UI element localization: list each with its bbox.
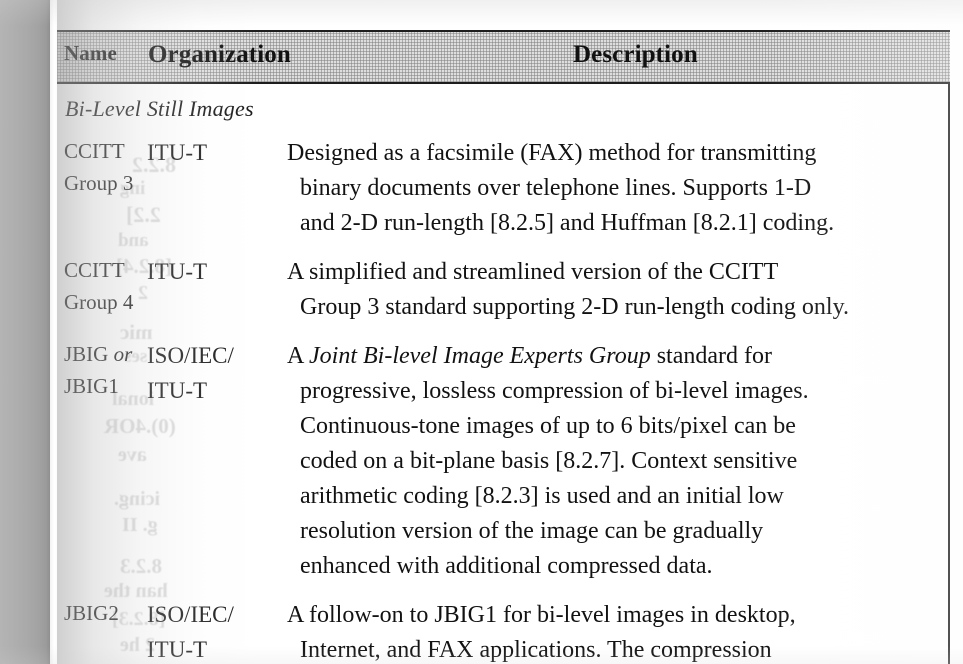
- description-line: Group 3 standard supporting 2-D run-leng…: [300, 294, 850, 321]
- name-line: CCITT: [64, 139, 125, 163]
- description-line: progressive, lossless compression of bi-…: [300, 378, 809, 405]
- cell-name: CCITT Group 3: [57, 136, 141, 200]
- scanned-page: 8.2.2 ing 2.2] and [8.2.4] 2 mic ses ional (0).4O…: [0, 0, 963, 664]
- cell-description: A Joint Bi-level Image Experts Group sta…: [281, 339, 948, 584]
- table-row: CCITT Group 3 ITU-T Designed as a facsim…: [57, 122, 948, 241]
- description-line: A Joint Bi-level Image Experts Group sta…: [287, 343, 772, 370]
- table-header-row: Name Organization Description: [57, 30, 950, 84]
- org-line: ITU-T: [147, 259, 208, 285]
- description-line: Continuous-tone images of up to 6 bits/p…: [300, 413, 796, 440]
- name-line: Group 3: [64, 170, 134, 195]
- description-line: coded on a bit-plane basis [8.2.7]. Cont…: [300, 448, 798, 475]
- cell-description: A follow-on to JBIG1 for bi-level images…: [281, 598, 948, 664]
- description-line: Designed as a facsimile (FAX) method for…: [287, 140, 817, 166]
- name-line: JBIG2: [64, 601, 119, 626]
- org-line: ISO/IEC/: [147, 602, 234, 628]
- table-row: CCITT Group 4 ITU-T A simplified and str…: [57, 241, 948, 325]
- org-line: ITU-T: [147, 377, 208, 403]
- cell-name: JBIG or JBIG1: [57, 339, 141, 403]
- cell-name: CCITT Group 4: [57, 255, 141, 319]
- page-edge-highlight: [50, 0, 57, 664]
- name-italic-or: or: [113, 342, 133, 367]
- description-line: enhanced with additional compressed data…: [300, 553, 713, 580]
- column-header-description: Description: [573, 41, 698, 68]
- description-line: A follow-on to JBIG1 for bi-level images…: [287, 602, 796, 629]
- cell-organization: ITU-T: [141, 136, 281, 171]
- name-line: Group 4: [64, 290, 134, 314]
- description-italic-phrase: Joint Bi-level Image Experts Group: [309, 343, 651, 370]
- org-line: ITU-T: [147, 636, 208, 662]
- name-line: CCITT: [64, 258, 125, 283]
- table-row: JBIG or JBIG1 ISO/IEC/ ITU-T A Joint Bi-…: [57, 325, 948, 584]
- table-body: Bi-Level Still Images CCITT Group 3 ITU-…: [57, 84, 950, 664]
- name-line-jbig: JBIG or: [64, 342, 132, 366]
- description-line: arithmetic coding [8.2.3] is used and an…: [300, 483, 784, 510]
- name-line: JBIG1: [64, 374, 119, 399]
- description-line: and 2-D run-length [8.2.5] and Huffman […: [300, 210, 835, 237]
- column-header-organization: Organization: [148, 41, 291, 68]
- cell-organization: ISO/IEC/ ITU-T: [141, 339, 281, 408]
- cell-name: JBIG2: [57, 598, 141, 630]
- org-line: ITU-T: [147, 140, 208, 165]
- org-line: ISO/IEC/: [147, 343, 234, 369]
- book-gutter-shadow: [0, 0, 50, 664]
- standards-table: Name Organization Description Bi-Level S…: [57, 30, 950, 664]
- cell-description: A simplified and streamlined version of …: [281, 255, 948, 325]
- cell-organization: ISO/IEC/ ITU-T: [141, 598, 281, 664]
- table-row: JBIG2 ISO/IEC/ ITU-T A follow-on to JBIG…: [57, 584, 948, 664]
- description-line: binary documents over telephone lines. S…: [300, 175, 812, 202]
- description-line: Internet, and FAX applications. The comp…: [300, 637, 772, 664]
- description-line: resolution version of the image can be g…: [300, 518, 764, 545]
- name-text: JBIG: [64, 342, 109, 367]
- description-line: A simplified and streamlined version of …: [287, 259, 779, 286]
- cell-description: Designed as a facsimile (FAX) method for…: [281, 136, 948, 241]
- column-header-name: Name: [64, 41, 117, 65]
- group-heading: Bi-Level Still Images: [65, 96, 254, 121]
- cell-organization: ITU-T: [141, 255, 281, 290]
